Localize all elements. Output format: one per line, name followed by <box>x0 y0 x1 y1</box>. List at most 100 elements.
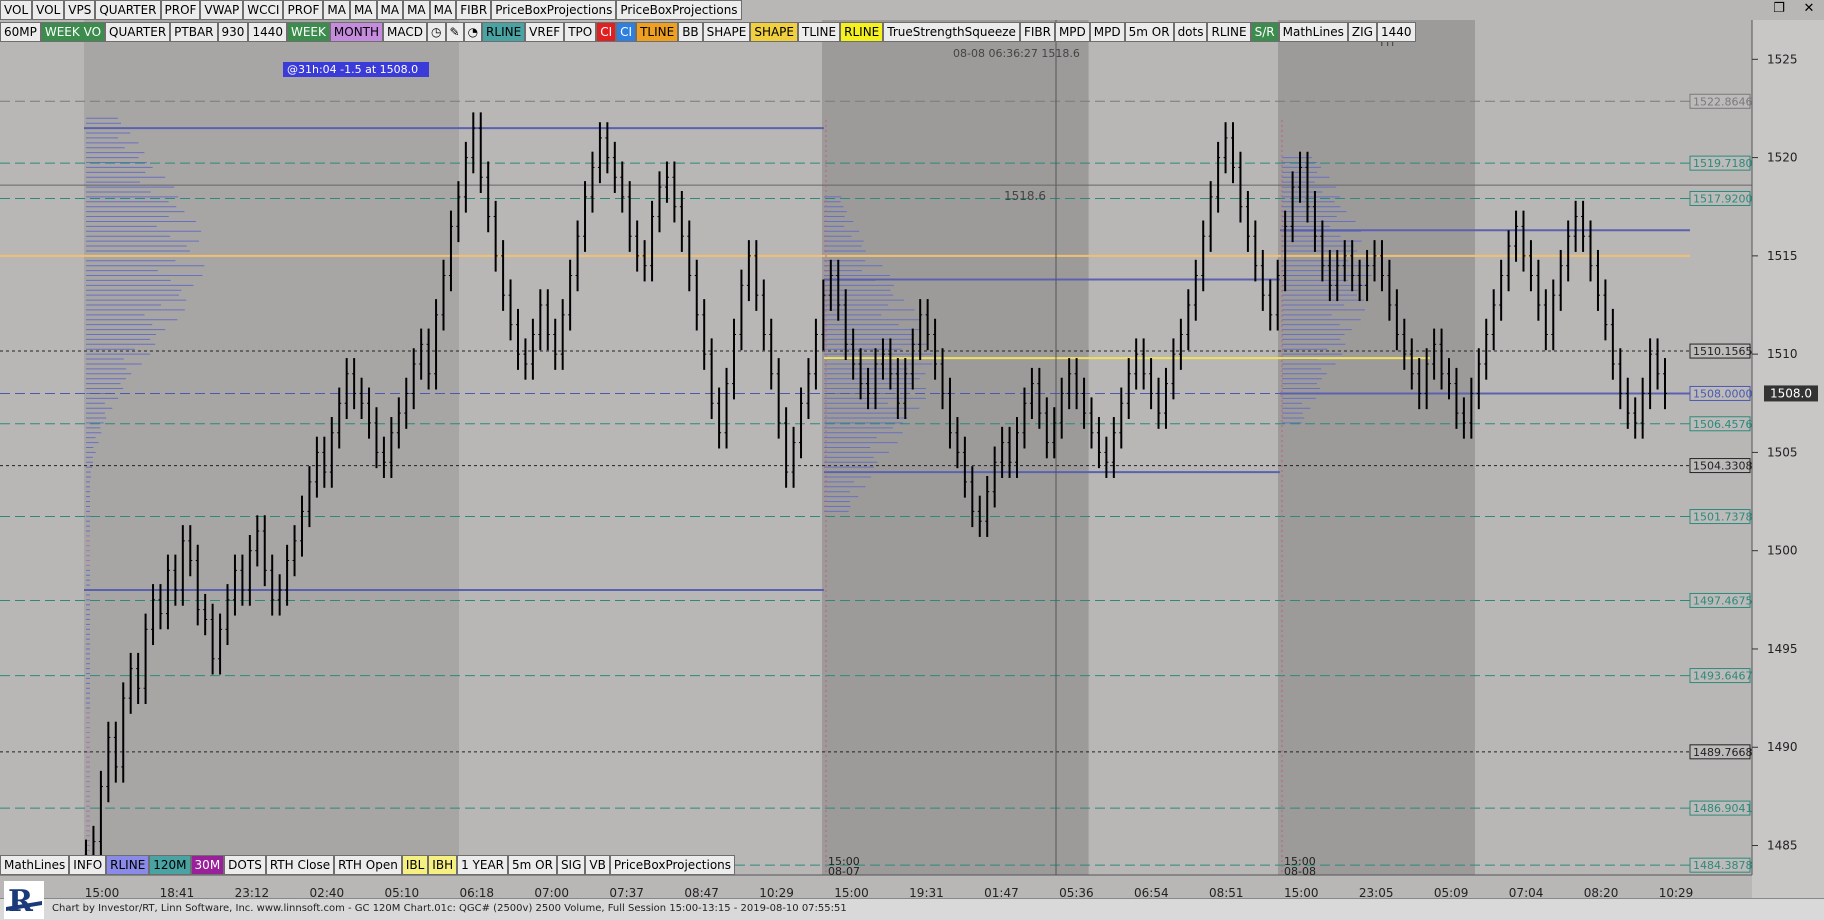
level-label-11: 1486.9041 <box>1693 802 1753 815</box>
level-label-6: 1504.3308 <box>1693 460 1753 473</box>
window-controls: ❐ ✕ <box>1764 0 1824 20</box>
price-tick-label-6: 1515 <box>1767 249 1798 263</box>
restore-icon[interactable]: ❐ <box>1764 0 1794 20</box>
toolbar-second-button-rline-29[interactable]: RLINE <box>1207 22 1251 42</box>
session-band-0 <box>84 20 459 875</box>
toolbar-second-button-vref-13[interactable]: VREF <box>525 22 565 42</box>
toolbar-top-button-ma-9[interactable]: MA <box>349 0 377 20</box>
toolbar-top-button-wcci-6[interactable]: WCCI <box>243 0 284 20</box>
gauge-icon[interactable]: ◔ <box>463 22 483 42</box>
pencil-icon[interactable]: ✎ <box>445 22 464 42</box>
toolbar-top-button-prof-4[interactable]: PROF <box>160 0 201 20</box>
price-tick-label-1: 1490 <box>1767 740 1798 754</box>
toolbar-bottom-button-sig-12[interactable]: SIG <box>556 855 586 875</box>
toolbar-second-button-mpd-26[interactable]: MPD <box>1089 22 1125 42</box>
toolbar-bottom-button-120m-3[interactable]: 120M <box>149 855 191 875</box>
indicator-toolbar-top: VOL VOL VPS QUARTER PROF VWAP WCCI PROF MA MA MA MA… <box>0 0 742 20</box>
toolbar-second-button-month-7[interactable]: MONTH <box>329 22 384 42</box>
toolbar-top-button-prof-7[interactable]: PROF <box>283 0 324 20</box>
session-band-2 <box>1088 20 1089 875</box>
price-tick-label-0: 1485 <box>1767 839 1798 853</box>
toolbar-second-button-tpo-14[interactable]: TPO <box>564 22 597 42</box>
toolbar-bottom-button-mathlines-0[interactable]: MathLines <box>0 855 70 875</box>
toolbar-second-button-macd-8[interactable]: MACD <box>383 22 428 42</box>
toolbar-top-button-ma-12[interactable]: MA <box>429 0 457 20</box>
indicator-toolbar-second: 60MP WEEK VO QUARTER PTBAR 930 1440 WEEK MONTH M… <box>0 22 1416 42</box>
toolbar-second-button-930-4[interactable]: 930 <box>217 22 249 42</box>
level-label-10: 1489.7668 <box>1693 746 1753 759</box>
toolbar-top-button-fibr-13[interactable]: FIBR <box>456 0 492 20</box>
toolbar-top-button-ma-10[interactable]: MA <box>376 0 404 20</box>
toolbar-bottom-button-5m-or-11[interactable]: 5m OR <box>508 855 557 875</box>
toolbar-second-button-truestrengthsqueeze-23[interactable]: TrueStrengthSqueeze <box>883 22 1020 42</box>
toolbar-second-button-zig-32[interactable]: ZIG <box>1347 22 1377 42</box>
toolbar-second-button-shape-19[interactable]: SHAPE <box>702 22 751 42</box>
measure-label: @31h:04 -1.5 at 1508.0 <box>287 63 418 76</box>
toolbar-bottom-button-30m-4[interactable]: 30M <box>190 855 225 875</box>
toolbar-bottom-button-dots-5[interactable]: DOTS <box>224 855 266 875</box>
toolbar-bottom-button-rline-2[interactable]: RLINE <box>106 855 150 875</box>
toolbar-top-button-vol-1[interactable]: VOL <box>32 0 65 20</box>
level-label-7: 1501.7378 <box>1693 511 1753 524</box>
level-label-8: 1497.4675 <box>1693 594 1753 607</box>
price-tick-label-4: 1505 <box>1767 445 1798 459</box>
toolbar-second-button-mpd-25[interactable]: MPD <box>1054 22 1090 42</box>
price-tick-label-8: 1525 <box>1767 52 1798 66</box>
toolbar-bottom-button-rth-close-6[interactable]: RTH Close <box>265 855 335 875</box>
toolbar-second-button-fibr-24[interactable]: FIBR <box>1019 22 1055 42</box>
level-label-5: 1506.4576 <box>1693 418 1753 431</box>
toolbar-top-button-quarter-3[interactable]: QUARTER <box>95 0 161 20</box>
toolbar-bottom-button-vb-13[interactable]: VB <box>585 855 610 875</box>
toolbar-second-button-tline-17[interactable]: TLINE <box>636 22 679 42</box>
price-tick-label-7: 1520 <box>1767 151 1798 165</box>
toolbar-top-button-priceboxprojections-14[interactable]: PriceBoxProjections <box>491 0 617 20</box>
toolbar-top-button-vwap-5[interactable]: VWAP <box>200 0 244 20</box>
toolbar-second-button-week-vo-1[interactable]: WEEK VO <box>40 22 106 42</box>
level-label-12: 1484.3878 <box>1693 859 1753 872</box>
toolbar-top-button-vps-2[interactable]: VPS <box>64 0 96 20</box>
session-band-3 <box>1278 20 1475 875</box>
toolbar-bottom-button-ibh-9[interactable]: IBH <box>428 855 458 875</box>
toolbar-second-button-dots-28[interactable]: dots <box>1173 22 1208 42</box>
toolbar-second-button-rline-22[interactable]: RLINE <box>840 22 884 42</box>
level-label-0: 1522.8646 <box>1693 95 1753 108</box>
toolbar-bottom-button-priceboxprojections-14[interactable]: PriceBoxProjections <box>609 855 736 875</box>
cursor-info-label: 08-08 06:36:27 1518.6 <box>953 47 1080 60</box>
toolbar-second-button-shape-20[interactable]: SHAPE <box>750 22 798 42</box>
toolbar-second-button-5m-or-27[interactable]: 5m OR <box>1124 22 1174 42</box>
toolbar-bottom-button-1-year-10[interactable]: 1 YEAR <box>457 855 509 875</box>
toolbar-bottom-button-ibl-8[interactable]: IBL <box>401 855 429 875</box>
price-tick-label-2: 1495 <box>1767 642 1798 656</box>
toolbar-top-button-ma-8[interactable]: MA <box>323 0 350 20</box>
toolbar-second-button-ci-15[interactable]: CI <box>596 22 617 42</box>
toolbar-bottom-button-rth-open-7[interactable]: RTH Open <box>334 855 402 875</box>
price-tick-label-3: 1500 <box>1767 544 1798 558</box>
toolbar-second-button-bb-18[interactable]: BB <box>678 22 703 42</box>
toolbar-second-button-tline-21[interactable]: TLINE <box>798 22 841 42</box>
toolbar-second-button-ci-16[interactable]: CI <box>616 22 637 42</box>
toolbar-second-button-quarter-2[interactable]: QUARTER <box>105 22 171 42</box>
toolbar-second-button-rline-12[interactable]: RLINE <box>482 22 526 42</box>
toolbar-top-button-vol-0[interactable]: VOL <box>0 0 33 20</box>
toolbar-second-button-week-6[interactable]: WEEK <box>286 22 330 42</box>
toolbar-second-button-1440-33[interactable]: 1440 <box>1376 22 1416 42</box>
session-date-0: 08-07 <box>828 865 860 878</box>
toolbar-second-button-60mp-0[interactable]: 60MP <box>0 22 41 42</box>
toolbar-second-button-1440-5[interactable]: 1440 <box>248 22 287 42</box>
toolbar-bottom-button-info-1[interactable]: INFO <box>69 855 107 875</box>
toolbar-second-button-s-r-30[interactable]: S/R <box>1250 22 1279 42</box>
indicator-toolbar-bottom: MathLines INFO RLINE 120M 30M DOTS RTH Close RT… <box>0 855 736 875</box>
level-label-2: 1517.9200 <box>1693 192 1753 205</box>
price-chart[interactable]: 1485 1490 1495 1500 1505 1510 1515 1520 1525 1522… <box>0 0 1824 919</box>
toolbar-second-button-ptbar-3[interactable]: PTBAR <box>170 22 218 42</box>
toolbar-top-button-ma-11[interactable]: MA <box>403 0 430 20</box>
level-label-9: 1493.6467 <box>1693 670 1753 683</box>
crosshair-price-label: 1518.6 <box>1004 189 1046 203</box>
clock-icon[interactable]: ◷ <box>427 22 446 42</box>
session-shading <box>0 0 1824 919</box>
close-icon[interactable]: ✕ <box>1794 0 1824 20</box>
toolbar-second-button-mathlines-31[interactable]: MathLines <box>1278 22 1348 42</box>
toolbar-top-button-priceboxprojections-15[interactable]: PriceBoxProjections <box>616 0 742 20</box>
footer-caption: Chart by Investor/RT, Linn Software, Inc… <box>52 903 847 914</box>
status-footer: R Chart by Investor/RT, Linn Software, I… <box>0 881 1824 920</box>
